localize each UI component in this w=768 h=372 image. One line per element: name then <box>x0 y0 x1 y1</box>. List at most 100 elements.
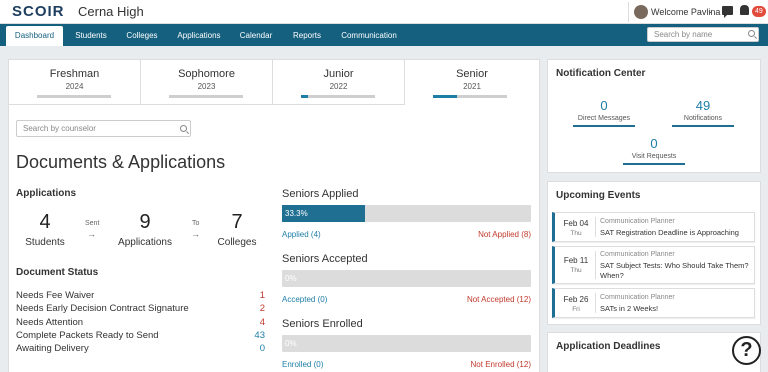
applied-link[interactable]: Applied (4) <box>282 230 321 239</box>
tab-communication[interactable]: Communication <box>334 26 404 46</box>
documents-applications-panel: Freshman 2024 Sophomore 2023 Junior 2022… <box>8 59 540 372</box>
doc-status-label[interactable]: Needs Fee Waiver <box>16 290 94 301</box>
notifications-underline <box>672 125 734 127</box>
event-divider <box>595 251 596 279</box>
top-header: SCOIR Cerna High Welcome Pavlina ⌄ 49 <box>0 0 768 24</box>
chevron-down-icon: ⌄ <box>707 6 714 15</box>
year-name: Junior <box>323 68 354 80</box>
visit-requests-count[interactable]: 0 <box>622 136 686 151</box>
upcoming-events-title: Upcoming Events <box>556 190 641 201</box>
event-divider <box>595 217 596 237</box>
notifications-label[interactable]: Notifications <box>671 115 735 122</box>
year-progress-bar <box>433 95 507 98</box>
document-status-heading: Document Status <box>16 267 99 278</box>
tab-applications[interactable]: Applications <box>170 26 228 46</box>
doc-status-label[interactable]: Awaiting Delivery <box>16 343 89 354</box>
accepted-link[interactable]: Accepted (0) <box>282 295 327 304</box>
not-accepted-link[interactable]: Not Accepted (12) <box>411 295 531 304</box>
seniors-applied-fill: 33.3% <box>282 205 365 222</box>
application-deadlines-panel: Application Deadlines <box>547 332 761 372</box>
search-icon[interactable] <box>180 125 187 132</box>
applications-label: Applications <box>118 237 172 248</box>
seniors-accepted-title: Seniors Accepted <box>282 253 368 265</box>
year-tab-sophomore[interactable]: Sophomore 2023 <box>141 60 273 105</box>
year-number: 2021 <box>463 82 481 91</box>
visit-requests-underline <box>623 163 685 165</box>
application-deadlines-title: Application Deadlines <box>556 341 661 352</box>
event-divider <box>595 293 596 313</box>
notification-center-panel: Notification Center 0 Direct Messages 49… <box>547 59 761 173</box>
year-tab-junior[interactable]: Junior 2022 <box>273 60 405 105</box>
help-icon[interactable]: ? <box>732 336 761 365</box>
scoir-logo[interactable]: SCOIR <box>12 3 65 20</box>
year-name: Sophomore <box>178 68 235 80</box>
main-nav: Dashboard Students Colleges Applications… <box>0 24 768 46</box>
year-progress-fill <box>301 95 309 98</box>
sent-label: Sent <box>85 220 100 227</box>
direct-messages-label[interactable]: Direct Messages <box>572 115 636 122</box>
doc-status-value[interactable]: 4 <box>239 317 265 328</box>
counselor-search-input[interactable] <box>16 120 191 137</box>
tab-students[interactable]: Students <box>66 26 116 46</box>
seniors-accepted-fill: 0% <box>285 274 297 283</box>
arrow-right-icon: → <box>87 229 96 239</box>
event-date: Feb 26 <box>563 295 589 304</box>
doc-status-label[interactable]: Complete Packets Ready to Send <box>16 330 159 341</box>
event-card[interactable]: Feb 26 Fri Communication Planner SATs in… <box>552 288 755 318</box>
not-applied-link[interactable]: Not Applied (8) <box>411 230 531 239</box>
bell-icon[interactable] <box>740 5 749 15</box>
year-progress-bar <box>301 95 375 98</box>
notifications-count[interactable]: 49 <box>671 98 735 113</box>
event-title: SATs in 2 Weeks! <box>600 304 659 313</box>
year-number: 2022 <box>329 82 348 91</box>
event-day: Thu <box>570 230 582 237</box>
chat-icon[interactable] <box>722 6 733 18</box>
event-card[interactable]: Feb 11 Thu Communication Planner SAT Sub… <box>552 246 755 284</box>
event-title: SAT Registration Deadline is Approaching <box>600 228 739 237</box>
colleges-count: 7 <box>231 211 243 233</box>
avatar <box>634 5 648 19</box>
class-year-tabs: Freshman 2024 Sophomore 2023 Junior 2022… <box>9 60 539 105</box>
year-progress-bar <box>37 95 111 98</box>
school-name: Cerna High <box>78 4 144 19</box>
year-name: Freshman <box>49 68 100 80</box>
doc-status-value[interactable]: 1 <box>239 290 265 301</box>
tab-reports[interactable]: Reports <box>284 26 330 46</box>
tab-dashboard[interactable]: Dashboard <box>6 26 63 46</box>
event-title: SAT Subject Tests: Who Should Take Them?… <box>600 261 749 280</box>
students-count: 4 <box>39 211 51 233</box>
visit-requests-label[interactable]: Visit Requests <box>622 153 686 160</box>
not-enrolled-link[interactable]: Not Enrolled (12) <box>411 360 531 369</box>
direct-messages-count[interactable]: 0 <box>572 98 636 113</box>
event-card[interactable]: Feb 04 Thu Communication Planner SAT Reg… <box>552 212 755 242</box>
enrolled-link[interactable]: Enrolled (0) <box>282 360 323 369</box>
year-tab-freshman[interactable]: Freshman 2024 <box>9 60 141 105</box>
year-progress-bar <box>169 95 243 98</box>
students-label: Students <box>25 237 65 248</box>
doc-status-value[interactable]: 0 <box>239 343 265 354</box>
doc-status-value[interactable]: 43 <box>239 330 265 341</box>
event-day: Fri <box>572 306 580 313</box>
notification-count-badge: 49 <box>752 6 766 17</box>
notification-center-title: Notification Center <box>556 68 646 79</box>
user-menu[interactable]: Welcome Pavlina ⌄ <box>628 2 720 22</box>
arrow-right-icon: → <box>191 229 200 239</box>
page-title: Documents & Applications <box>16 152 226 172</box>
event-date: Feb 04 <box>563 219 589 228</box>
year-tab-senior[interactable]: Senior 2021 <box>405 60 539 105</box>
colleges-label: Colleges <box>217 237 257 248</box>
upcoming-events-panel: Upcoming Events Feb 04 Thu Communication… <box>547 181 761 325</box>
applications-heading: Applications <box>16 188 77 199</box>
seniors-applied-title: Seniors Applied <box>282 188 359 200</box>
search-icon[interactable] <box>748 30 755 37</box>
doc-status-label[interactable]: Needs Attention <box>16 317 83 328</box>
event-type: Communication Planner <box>600 218 675 225</box>
doc-status-label[interactable]: Needs Early Decision Contract Signature <box>16 303 189 314</box>
event-day: Thu <box>570 267 582 274</box>
tab-colleges[interactable]: Colleges <box>118 26 166 46</box>
tab-calendar[interactable]: Calendar <box>232 26 280 46</box>
search-input[interactable] <box>647 27 759 42</box>
event-type: Communication Planner <box>600 294 675 301</box>
year-number: 2024 <box>65 82 84 91</box>
doc-status-value[interactable]: 2 <box>239 303 265 314</box>
